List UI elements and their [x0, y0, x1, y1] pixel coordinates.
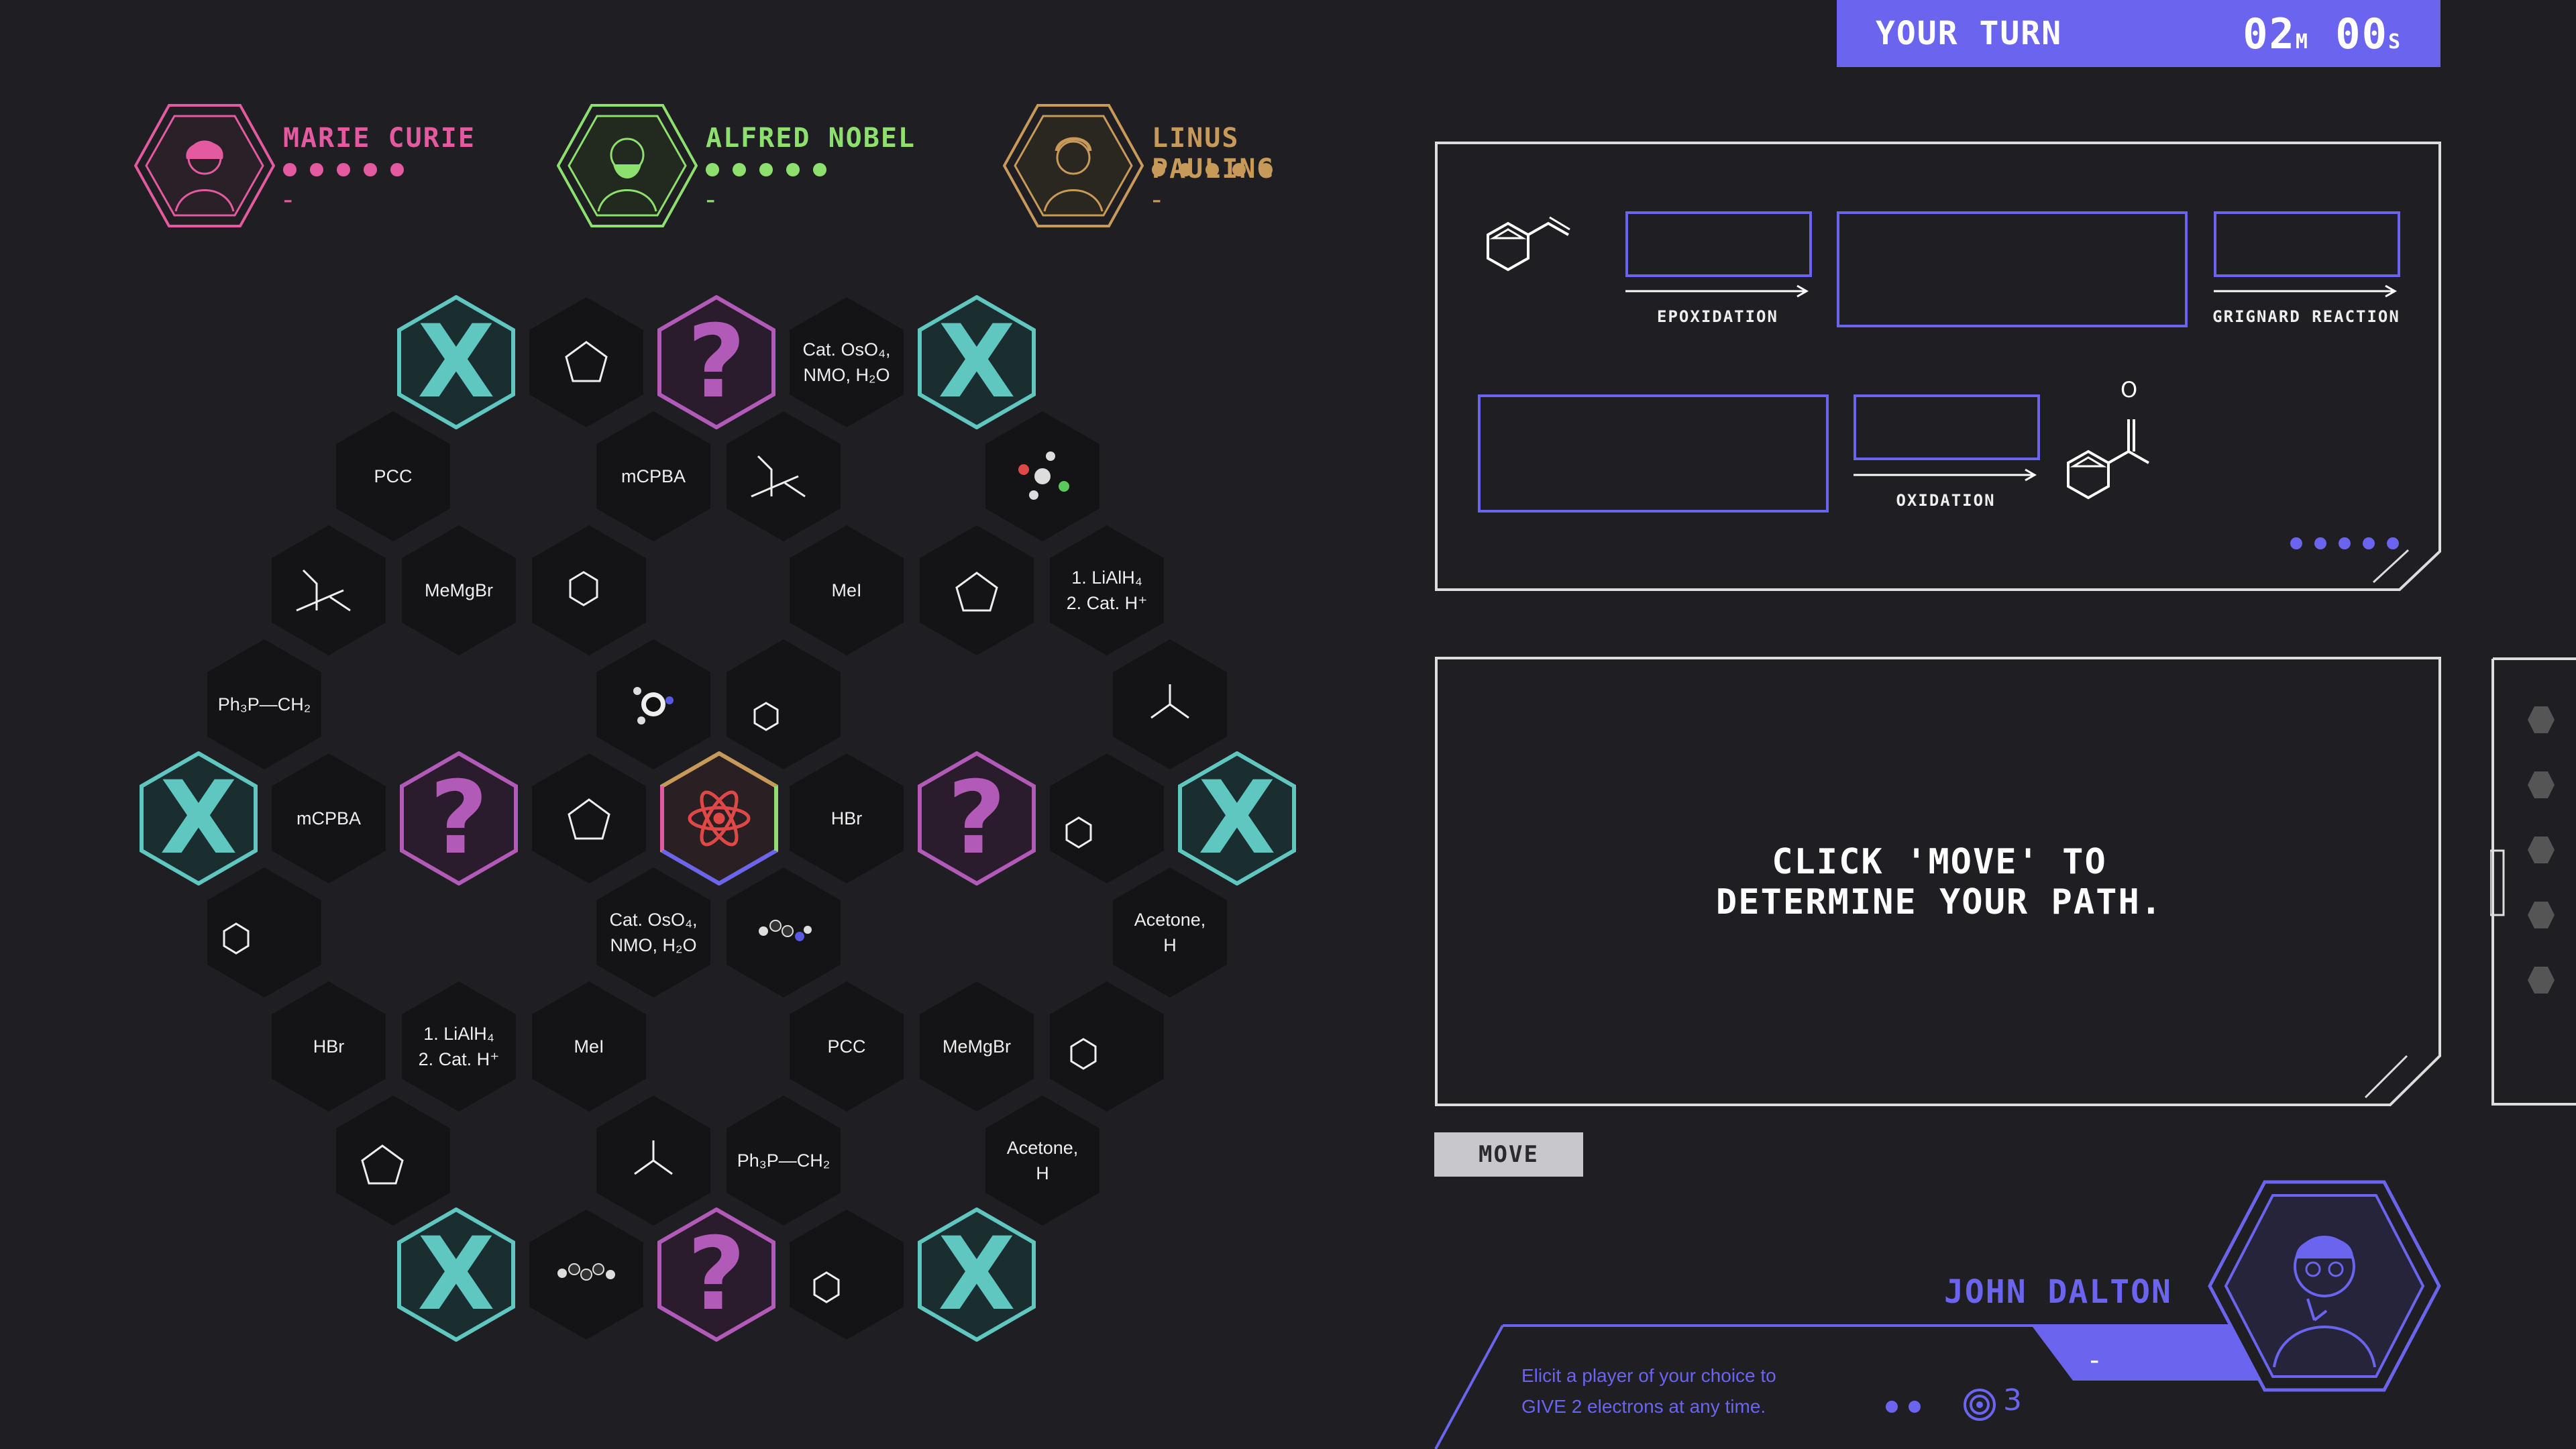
answer-slot-1[interactable] — [1625, 211, 1812, 277]
turn-banner: YOUR TURN 02M 00S — [1837, 0, 2440, 67]
blocked-tile: X — [397, 1208, 515, 1342]
electron-icon — [1964, 1389, 1996, 1421]
blocked-tile: X — [918, 1208, 1036, 1342]
ability-card-text: Elicit a player of your choice to GIVE 2 … — [1521, 1365, 1776, 1417]
hex-slot-icon — [2528, 706, 2555, 733]
electron-count: 3 — [2003, 1383, 2022, 1417]
card-dots — [1886, 1401, 1921, 1413]
x-icon: X — [417, 1216, 495, 1333]
mystery-tile[interactable]: ? — [657, 1208, 775, 1342]
game-board: X ? Cat. OsO₄, NMO, H₂O X PCC mCPBA MeMg… — [0, 0, 1409, 1449]
answer-slot-4[interactable] — [1478, 394, 1829, 513]
side-rail — [2489, 656, 2576, 1107]
current-player-name: JOHN DALTON — [1944, 1273, 2172, 1311]
hex-slot-icon — [2528, 837, 2555, 863]
answer-slot-5[interactable] — [1854, 394, 2040, 460]
board-tile[interactable] — [527, 1208, 645, 1342]
arrow-icon — [1625, 284, 1809, 298]
move-button[interactable]: MOVE — [1434, 1132, 1583, 1177]
step-label-grignard: GRIGNARD REACTION — [2212, 307, 2400, 326]
question-icon: ? — [947, 760, 1006, 877]
board-tile[interactable]: MeMgBr — [400, 523, 518, 657]
reagent-label: MeMgBr — [424, 580, 493, 600]
styrene-structure-icon — [1487, 216, 1570, 272]
oxygen-atom-label: O — [2121, 377, 2138, 402]
mystery-tile[interactable]: ? — [400, 751, 518, 885]
answer-slot-3[interactable] — [2214, 211, 2400, 277]
board-tile[interactable] — [918, 523, 1036, 657]
current-player-score: - — [2090, 1345, 2100, 1376]
step-label-oxidation: OXIDATION — [1896, 491, 1996, 510]
question-icon: ? — [687, 1216, 746, 1333]
turn-timer: 02M 00S — [2243, 9, 2402, 58]
arrow-icon — [2214, 284, 2398, 298]
hex-slot-icon — [2528, 902, 2555, 928]
turn-label: YOUR TURN — [1876, 15, 2063, 52]
hex-slot-icon — [2528, 967, 2555, 994]
dalton-avatar-icon — [2208, 1180, 2441, 1392]
hex-slot-icon — [2528, 771, 2555, 798]
step-label-epoxidation: EPOXIDATION — [1657, 307, 1778, 326]
x-icon: X — [938, 1216, 1016, 1333]
reaction-panel: EPOXIDATION GRIGNARD REACTION OXIDATION … — [1434, 141, 2442, 592]
question-icon: ? — [429, 760, 488, 877]
mystery-tile[interactable]: ? — [918, 751, 1036, 885]
arrow-icon — [1854, 468, 2037, 482]
answer-slot-2[interactable] — [1837, 211, 2188, 327]
move-prompt: CLICK 'MOVE' TO DETERMINE YOUR PATH. — [1715, 842, 2163, 922]
page-dots[interactable] — [2290, 535, 2404, 554]
board-tile[interactable] — [788, 1208, 906, 1342]
